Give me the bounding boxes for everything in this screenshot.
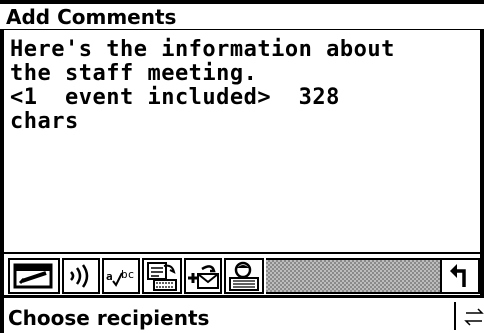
switch-arrows-icon[interactable] (462, 306, 484, 328)
address-book-icon (147, 262, 177, 291)
note-pad-button[interactable] (8, 258, 60, 294)
spell-check-button[interactable]: a bc (102, 258, 140, 294)
title-bar: Add Comments (0, 0, 484, 30)
comment-line: the staff meeting. (10, 61, 258, 86)
back-button[interactable] (440, 258, 480, 294)
speaker-button[interactable] (62, 258, 100, 294)
status-bar: Choose recipients (0, 298, 484, 333)
comment-line: <1 event included> 328 (10, 85, 340, 110)
svg-text:bc: bc (121, 268, 134, 281)
status-divider (454, 302, 456, 330)
contact-card-icon (229, 261, 259, 291)
note-pad-icon (13, 263, 53, 289)
svg-text:a: a (106, 270, 113, 283)
return-arrow-icon (450, 264, 466, 287)
contact-card-button[interactable] (224, 258, 264, 294)
attach-envelope-button[interactable] (184, 258, 222, 294)
speaker-icon (70, 264, 89, 288)
comment-line: Here's the information about (10, 37, 395, 62)
window-title: Add Comments (6, 5, 177, 29)
spell-check-icon: a bc (106, 268, 134, 287)
status-text: Choose recipients (8, 306, 210, 330)
toolbar-spacer (266, 258, 440, 294)
address-book-button[interactable] (142, 258, 182, 294)
comment-text-area[interactable]: Here's the information about the staff m… (0, 30, 484, 252)
attach-envelope-icon (188, 265, 219, 289)
toolbar: a bc (0, 252, 484, 298)
comment-line: chars (10, 109, 79, 134)
